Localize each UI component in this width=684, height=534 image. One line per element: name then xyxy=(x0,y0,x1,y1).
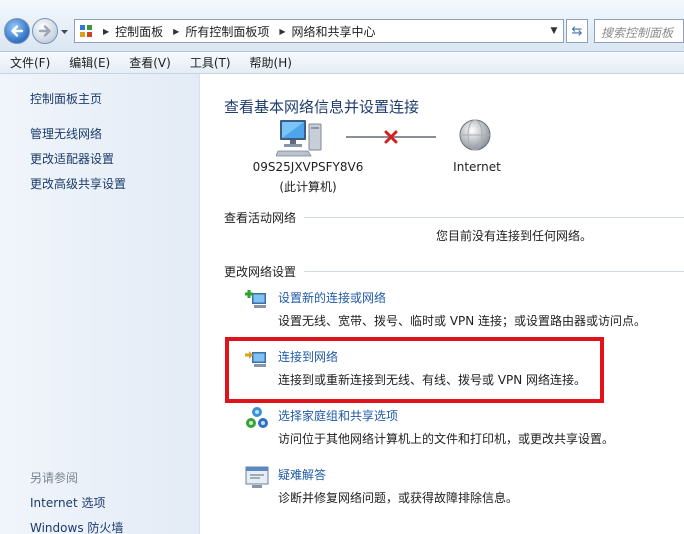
computer-icon[interactable] xyxy=(276,118,324,158)
see-also-heading: 另请参阅 xyxy=(30,471,79,485)
menu-tools[interactable]: 工具(T) xyxy=(180,54,240,71)
refresh-button[interactable]: ⇆ xyxy=(566,19,588,43)
menu-edit[interactable]: 编辑(E) xyxy=(59,54,119,71)
control-panel-icon xyxy=(75,20,97,42)
internet-globe-icon[interactable] xyxy=(458,118,492,152)
recent-pages-dropdown-icon[interactable] xyxy=(60,28,69,36)
main-content: 查看基本网络信息并设置连接 09S25JXVPSFY8V6 (此计算机) Int… xyxy=(200,74,684,534)
address-dropdown-icon[interactable]: ▼ xyxy=(545,20,563,42)
sidebar: 控制面板主页 管理无线网络 更改适配器设置 更改高级共享设置 另请参阅 Inte… xyxy=(0,74,200,534)
breadcrumb-item-control-panel[interactable]: ▶ 控制面板 xyxy=(97,23,167,40)
search-input[interactable]: 搜索控制面板 xyxy=(594,19,684,43)
homegroup-icon[interactable] xyxy=(244,405,270,431)
troubleshoot-icon[interactable] xyxy=(244,464,270,490)
menu-help[interactable]: 帮助(H) xyxy=(240,54,301,71)
menu-view[interactable]: 查看(V) xyxy=(119,54,180,71)
new-connection-icon[interactable] xyxy=(244,287,270,313)
sidebar-item-advanced-sharing[interactable]: 更改高级共享设置 xyxy=(30,175,126,192)
section-divider xyxy=(304,271,684,272)
breadcrumb-item-all-items[interactable]: ▶ 所有控制面板项 xyxy=(167,23,273,40)
forward-arrow-icon xyxy=(38,25,51,37)
computer-name: 09S25JXVPSFY8V6 xyxy=(252,160,364,174)
sidebar-item-windows-firewall[interactable]: Windows 防火墙 xyxy=(30,519,123,534)
sidebar-item-home[interactable]: 控制面板主页 xyxy=(30,90,102,107)
sidebar-item-adapter-settings[interactable]: 更改适配器设置 xyxy=(30,150,114,167)
breadcrumb-label: 所有控制面板项 xyxy=(185,24,270,39)
sidebar-item-manage-wireless[interactable]: 管理无线网络 xyxy=(30,125,102,142)
menu-bar: 文件(F) 编辑(E) 查看(V) 工具(T) 帮助(H) xyxy=(0,52,684,74)
back-button[interactable] xyxy=(4,18,30,44)
task-homegroup-desc: 访问位于其他网络计算机上的文件和打印机，或更改共享设置。 xyxy=(278,432,615,446)
page-title: 查看基本网络信息并设置连接 xyxy=(224,98,420,116)
sidebar-item-internet-options[interactable]: Internet 选项 xyxy=(30,494,105,511)
forward-button[interactable] xyxy=(32,18,58,44)
no-connection-indicator[interactable] xyxy=(346,130,436,144)
menu-file[interactable]: 文件(F) xyxy=(0,54,59,71)
address-bar: ▶ 控制面板 ▶ 所有控制面板项 ▶ 网络和共享中心 ▼ ⇆ 搜索控制面板 xyxy=(0,0,684,52)
refresh-icon: ⇆ xyxy=(571,23,583,39)
task-homegroup-link[interactable]: 选择家庭组和共享选项 xyxy=(278,407,398,424)
task-troubleshoot-link[interactable]: 疑难解答 xyxy=(278,466,326,483)
active-networks-status: 您目前没有连接到任何网络。 xyxy=(436,229,593,243)
breadcrumb-item-network-center[interactable]: ▶ 网络和共享中心 xyxy=(273,23,379,40)
change-settings-heading: 更改网络设置 xyxy=(224,265,297,279)
back-arrow-icon xyxy=(11,25,24,37)
internet-label: Internet xyxy=(453,160,501,174)
task-troubleshoot-desc: 诊断并修复网络问题，或获得故障排除信息。 xyxy=(278,491,519,505)
breadcrumb-label: 控制面板 xyxy=(115,24,164,39)
task-setup-connection-link[interactable]: 设置新的连接或网络 xyxy=(278,289,386,306)
active-networks-heading: 查看活动网络 xyxy=(224,211,297,225)
highlight-box xyxy=(225,337,604,403)
task-setup-connection-desc: 设置无线、宽带、拨号、临时或 VPN 连接；或设置路由器或访问点。 xyxy=(278,314,647,328)
breadcrumb-label: 网络和共享中心 xyxy=(291,24,376,39)
breadcrumb[interactable]: ▶ 控制面板 ▶ 所有控制面板项 ▶ 网络和共享中心 ▼ xyxy=(74,19,564,43)
section-divider xyxy=(304,217,684,218)
computer-subtitle: (此计算机) xyxy=(279,180,337,194)
